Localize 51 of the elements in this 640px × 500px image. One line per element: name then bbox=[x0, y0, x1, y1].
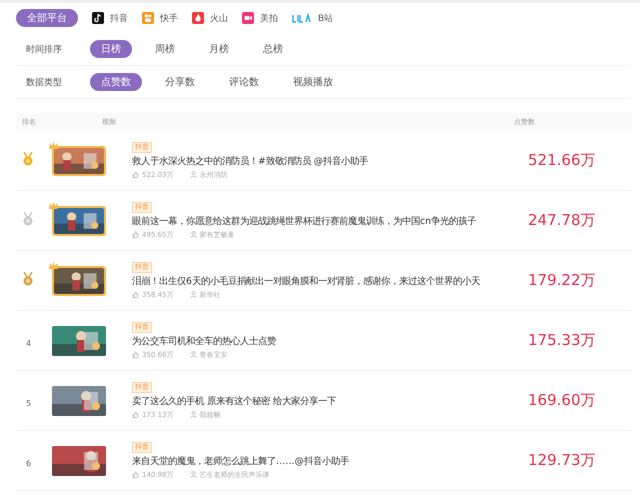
rank-number: 4 bbox=[25, 339, 32, 348]
like-total: 247.78万 bbox=[528, 211, 596, 230]
like-total: 129.73万 bbox=[528, 451, 596, 470]
platform-tab[interactable]: 抖音 bbox=[92, 12, 128, 24]
video-title[interactable]: 眼前这一幕，你愿意给这群为迎战跳绳世界杯进行赛前魔鬼训练，为中国cn争光的孩子 bbox=[132, 214, 528, 228]
platform-tab[interactable]: 美拍 bbox=[242, 12, 278, 24]
video-title[interactable]: 卖了这么久的手机 原来有这个秘密 给大家分享一下 bbox=[132, 394, 528, 408]
thumbs-up-icon bbox=[132, 411, 139, 418]
platform-tab[interactable]: 火山 bbox=[192, 12, 228, 24]
platform-tab[interactable]: B站 bbox=[292, 12, 334, 24]
user-icon bbox=[190, 471, 196, 478]
rank-number: 5 bbox=[25, 399, 32, 408]
video-title[interactable]: 来自天堂的魔鬼，老师怎么跳上舞了……@抖音小助手 bbox=[132, 454, 528, 468]
video-thumbnail[interactable] bbox=[52, 326, 106, 356]
crown-icon bbox=[49, 202, 58, 208]
thumbs-up-icon bbox=[132, 351, 139, 358]
like-total: 521.66万 bbox=[528, 151, 596, 170]
filter-option[interactable]: 评论数 bbox=[218, 73, 270, 91]
video-icon bbox=[242, 12, 254, 24]
rank-number: 6 bbox=[25, 459, 32, 468]
video-title[interactable]: 为公交车司机和全车的热心人士点赞 bbox=[132, 334, 528, 348]
platform-tab[interactable]: 快手 bbox=[142, 12, 178, 24]
note-icon bbox=[92, 12, 104, 24]
user-icon bbox=[190, 291, 196, 298]
like-total: 169.60万 bbox=[528, 391, 596, 410]
filter-option[interactable]: 视频播放 bbox=[282, 73, 344, 91]
video-thumbnail[interactable] bbox=[52, 446, 106, 476]
video-title[interactable]: 泪崩！出生仅6天的小毛豆捐献出一对眼角膜和一对肾脏，感谢你，来过这个世界的小天 bbox=[132, 274, 528, 288]
thumbs-up-icon bbox=[132, 471, 139, 478]
filter-option[interactable]: 分享数 bbox=[154, 73, 206, 91]
thumbs-up-icon bbox=[132, 171, 139, 178]
video-title[interactable]: 救人于水深火热之中的消防员！#致敬消防员 @抖音小助手 bbox=[132, 154, 528, 168]
filter-option[interactable]: 周榜 bbox=[144, 40, 186, 58]
user-icon bbox=[190, 171, 196, 178]
video-thumbnail[interactable] bbox=[52, 386, 106, 416]
filter-label: 数据类型 bbox=[26, 76, 63, 88]
user-icon bbox=[190, 351, 196, 358]
filter-option[interactable]: 日榜 bbox=[90, 40, 132, 58]
filter-option[interactable]: 点赞数 bbox=[90, 73, 142, 91]
filter-option[interactable]: 总榜 bbox=[252, 40, 294, 58]
user-icon bbox=[190, 411, 196, 418]
crown-icon bbox=[49, 262, 58, 268]
filter-label: 时间排序 bbox=[26, 44, 63, 56]
like-total: 175.33万 bbox=[528, 331, 596, 350]
thumbs-up-icon bbox=[132, 291, 139, 298]
platform-tab[interactable]: 全部平台 bbox=[16, 9, 78, 27]
thumbs-up-icon bbox=[132, 231, 139, 238]
crown-icon bbox=[49, 142, 58, 148]
like-total: 179.22万 bbox=[528, 271, 596, 290]
filter-option[interactable]: 月榜 bbox=[198, 40, 240, 58]
user-icon bbox=[190, 231, 196, 238]
